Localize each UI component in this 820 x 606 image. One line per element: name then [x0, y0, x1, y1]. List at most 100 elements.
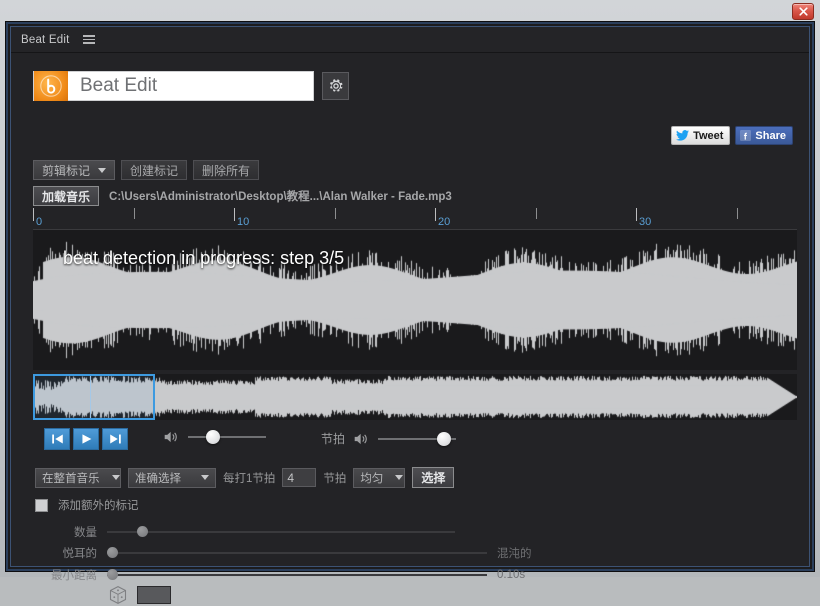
ruler-label: 20 [438, 216, 451, 228]
close-icon [798, 7, 808, 16]
select-button-label: 选择 [421, 471, 446, 485]
social-buttons: Tweet Share [671, 126, 793, 145]
dice-glyph [109, 586, 127, 604]
brand-title: Beat Edit [80, 75, 158, 96]
extra-markers-checkbox[interactable] [35, 498, 48, 512]
beats-input[interactable] [282, 468, 317, 487]
ruler-tick-major [435, 208, 436, 221]
tweet-button[interactable]: Tweet [671, 126, 731, 145]
distribution-dropdown[interactable]: 均匀 [353, 467, 406, 488]
ruler-tick-major [234, 208, 235, 221]
app-menu-title: Beat Edit [21, 33, 70, 46]
waveform-overview[interactable] [33, 374, 797, 420]
marker-mode-label: 剪辑标记 [42, 163, 91, 178]
create-markers-button[interactable]: 创建标记 [121, 160, 188, 180]
randomize-row [35, 584, 171, 606]
select-button[interactable]: 选择 [412, 467, 455, 488]
scope-label: 在整首音乐 [42, 472, 100, 485]
ruler-tick-minor [737, 208, 738, 219]
min-distance-value: 0.10s [497, 569, 526, 581]
skip-forward-button[interactable] [102, 428, 128, 450]
gear-icon [329, 79, 342, 92]
min-distance-label: 最小距离 [51, 570, 97, 582]
timeline-ruler[interactable]: 0 10 20 30 [33, 208, 797, 230]
dice-icon[interactable] [107, 584, 129, 606]
detection-status-text: beat detection in progress: step 3/5 [63, 248, 345, 268]
chevron-down-icon [201, 475, 209, 480]
twitter-icon [676, 130, 690, 141]
skip-back-icon [51, 434, 63, 444]
app-menubar: Beat Edit [11, 27, 809, 53]
beats-unit-label: 节拍 [323, 472, 347, 485]
ruler-label: 0 [36, 216, 43, 228]
logo-b-glyph [40, 75, 62, 97]
speaker-icon [164, 431, 177, 443]
chevron-down-icon [111, 475, 120, 480]
settings-button[interactable] [322, 72, 349, 100]
chevron-down-icon [395, 475, 404, 480]
pleasant-slider-track[interactable] [107, 547, 487, 558]
play-button[interactable] [73, 428, 99, 450]
amount-slider-knob[interactable] [137, 526, 149, 537]
precision-label: 准确选择 [135, 472, 181, 485]
chaotic-label: 混沌的 [497, 548, 532, 560]
app-window-inner: Beat Edit Beat Edit Tweet Share 剪辑标记 创建标… [10, 26, 810, 604]
tempo-slider-group: 节拍 [321, 430, 457, 447]
share-button[interactable]: Share [735, 126, 793, 145]
min-distance-slider-knob[interactable] [107, 569, 118, 580]
window-close-button[interactable] [792, 3, 814, 20]
beat-options-row: 在整首音乐 准确选择 每打1节拍 节拍 均匀 选择 [35, 467, 455, 488]
pleasant-slider-knob[interactable] [107, 547, 118, 558]
every-beat-label: 每打1节拍 [223, 472, 276, 485]
play-icon [81, 434, 91, 444]
load-music-button[interactable]: 加载音乐 [33, 186, 100, 206]
tweet-label: Tweet [693, 129, 724, 142]
min-distance-slider-row: 最小距离 0.10s [35, 567, 525, 583]
load-music-label: 加载音乐 [42, 189, 91, 204]
os-window: Beat Edit Beat Edit Tweet Share 剪辑标记 创建标… [0, 0, 820, 604]
pleasant-slider-row: 悦耳的 混沌的 [35, 545, 532, 561]
delete-all-label: 删除所有 [202, 163, 251, 178]
overview-selection-box[interactable] [33, 374, 155, 420]
tempo-slider-knob[interactable] [436, 431, 451, 446]
app-window: Beat Edit Beat Edit Tweet Share 剪辑标记 创建标… [5, 21, 815, 604]
ruler-tick-major [636, 208, 637, 221]
amount-label: 数量 [74, 527, 97, 539]
brand-row: Beat Edit [33, 71, 349, 101]
color-swatch[interactable] [137, 586, 171, 604]
file-path-text: C:\Users\Administrator\Desktop\教程...\Ala… [109, 191, 452, 203]
extra-markers-row: 添加额外的标记 [35, 497, 139, 513]
ruler-label: 30 [639, 216, 652, 228]
transport-controls [44, 428, 128, 450]
extra-markers-label: 添加额外的标记 [58, 500, 139, 512]
min-distance-slider-track[interactable] [107, 569, 487, 580]
speaker-icon [354, 433, 367, 444]
share-label: Share [755, 129, 786, 142]
ruler-tick-minor [536, 208, 537, 219]
ruler-tick-major [33, 208, 34, 221]
beat-edit-logo-icon [34, 71, 68, 101]
brand-title-box: Beat Edit [33, 71, 314, 101]
create-markers-label: 创建标记 [130, 163, 179, 178]
app-content: Beat Edit Tweet Share 剪辑标记 创建标记 删除所有 加载音… [11, 53, 809, 604]
skip-back-button[interactable] [44, 428, 70, 450]
waveform-main[interactable]: beat detection in progress: step 3/5 [33, 230, 797, 370]
amount-slider-track[interactable] [107, 526, 455, 537]
amount-slider-row: 数量 [35, 524, 455, 540]
hamburger-icon[interactable] [83, 35, 96, 44]
scope-dropdown[interactable]: 在整首音乐 [35, 467, 121, 488]
facebook-icon [740, 130, 752, 141]
selection-handle[interactable] [90, 376, 91, 418]
chevron-down-icon [98, 167, 107, 173]
skip-forward-icon [109, 434, 121, 444]
precision-dropdown[interactable]: 准确选择 [128, 467, 216, 488]
volume-slider-group [163, 430, 266, 444]
volume-slider-track[interactable] [188, 430, 266, 444]
tempo-slider-track[interactable] [378, 431, 457, 446]
delete-all-button[interactable]: 删除所有 [193, 160, 260, 180]
load-toolbar: 加载音乐 C:\Users\Administrator\Desktop\教程..… [33, 186, 452, 206]
os-titlebar [0, 0, 820, 22]
marker-mode-dropdown[interactable]: 剪辑标记 [33, 160, 116, 180]
volume-slider-knob[interactable] [205, 430, 220, 444]
markers-toolbar: 剪辑标记 创建标记 删除所有 [33, 160, 260, 180]
